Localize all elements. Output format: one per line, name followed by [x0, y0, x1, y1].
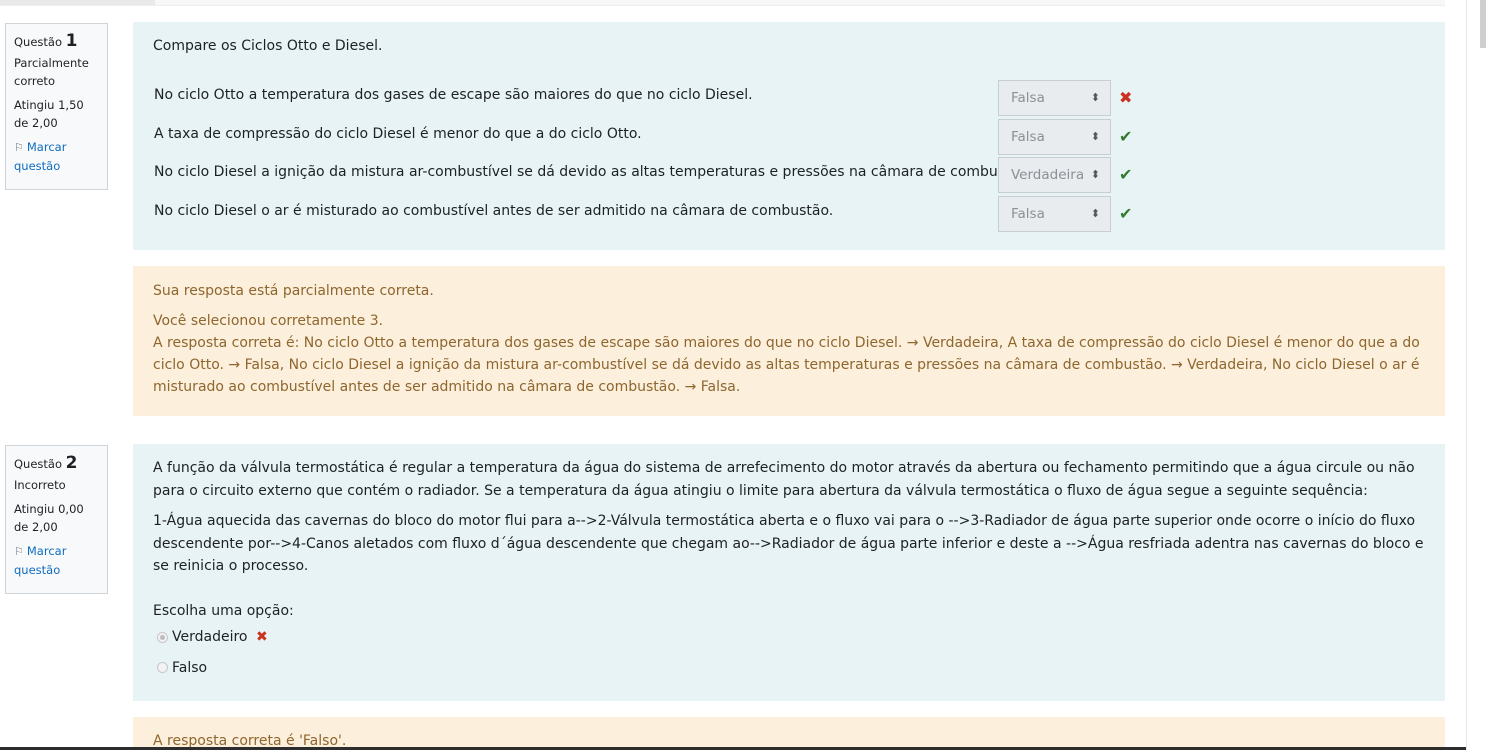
match-stem: A taxa de compressão do ciclo Diesel é m… — [154, 126, 642, 142]
option-label: Falso — [172, 659, 208, 676]
question-label: Questão — [14, 457, 62, 471]
question-paragraph: 1-Água aquecida das cavernas do bloco do… — [153, 513, 1424, 574]
question-1-formulation: Compare os Ciclos Otto e Diesel. No cicl… — [133, 22, 1445, 250]
select-value: Falsa — [1011, 206, 1045, 222]
select-arrows-icon: ⬍ — [1090, 130, 1100, 143]
question-prompt: Compare os Ciclos Otto e Diesel. — [153, 38, 383, 54]
incorrect-icon: ✖ — [255, 629, 268, 645]
feedback-count: Você selecionou corretamente 3. — [153, 313, 384, 329]
scrollbar-thumb[interactable] — [1480, 0, 1486, 48]
flag-icon: ⚐ — [14, 141, 24, 154]
top-nav-tab — [0, 0, 155, 5]
question-1-info: Questão 1 Parcialmente correto Atingiu 1… — [5, 23, 108, 190]
flag-question-link[interactable]: ⚐ Marcar questão — [14, 542, 100, 579]
match-stem: No ciclo Diesel a ignição da mistura ar-… — [154, 164, 1032, 180]
radio-button[interactable] — [157, 631, 168, 643]
question-grade: Atingiu 1,50 de 2,00 — [14, 98, 84, 130]
select-arrows-icon: ⬍ — [1090, 207, 1100, 220]
answer-select[interactable]: Falsa ⬍ — [998, 119, 1111, 155]
match-stem: No ciclo Otto a temperatura dos gases de… — [154, 87, 753, 103]
scrollbar-track[interactable] — [1466, 0, 1486, 750]
question-number: 1 — [65, 31, 78, 51]
match-stem: No ciclo Diesel o ar é misturado ao comb… — [154, 203, 834, 219]
correct-icon: ✔ — [1119, 127, 1133, 146]
answer-option[interactable]: Verdadeiro ✖ — [153, 626, 1425, 649]
question-number-line: Questão 2 — [14, 454, 100, 473]
flag-question-link[interactable]: ⚐ Marcar questão — [14, 138, 100, 175]
option-label: Verdadeiro — [172, 629, 248, 645]
top-nav-strip — [0, 0, 1445, 6]
correct-icon: ✔ — [1119, 204, 1133, 223]
question-2-formulation: A função da válvula termostática é regul… — [133, 444, 1445, 701]
question-1-feedback: Sua resposta está parcialmente correta. … — [133, 266, 1445, 416]
question-state: Incorreto — [14, 478, 66, 492]
answer-option[interactable]: Falso — [153, 657, 1425, 680]
flag-icon: ⚐ — [14, 545, 24, 558]
question-2-info: Questão 2 Incorreto Atingiu 0,00 de 2,00… — [5, 445, 108, 594]
select-arrows-icon: ⬍ — [1090, 91, 1100, 104]
correct-icon: ✔ — [1119, 165, 1133, 184]
question-label: Questão — [14, 35, 62, 49]
choose-label: Escolha uma opção: — [153, 602, 294, 619]
select-value: Falsa — [1011, 129, 1045, 145]
question-grade: Atingiu 0,00 de 2,00 — [14, 502, 84, 534]
question-number: 2 — [65, 453, 78, 473]
answer-select[interactable]: Falsa ⬍ — [998, 196, 1111, 232]
question-2-feedback: A resposta correta é 'Falso'. — [133, 717, 1445, 750]
incorrect-icon: ✖ — [1119, 88, 1133, 107]
select-arrows-icon: ⬍ — [1090, 168, 1100, 181]
select-value: Falsa — [1011, 90, 1045, 106]
answer-select[interactable]: Verdadeira ⬍ — [998, 157, 1111, 193]
question-paragraph: A função da válvula termostática é regul… — [153, 460, 1415, 499]
answer-select[interactable]: Falsa ⬍ — [998, 80, 1111, 116]
feedback-status: Sua resposta está parcialmente correta. — [153, 283, 434, 299]
radio-button[interactable] — [157, 662, 168, 673]
select-value: Verdadeira — [1011, 167, 1085, 183]
question-number-line: Questão 1 — [14, 32, 100, 51]
feedback-right-answer: A resposta correta é: No ciclo Otto a te… — [153, 335, 1420, 395]
question-state: Parcialmente correto — [14, 56, 89, 88]
